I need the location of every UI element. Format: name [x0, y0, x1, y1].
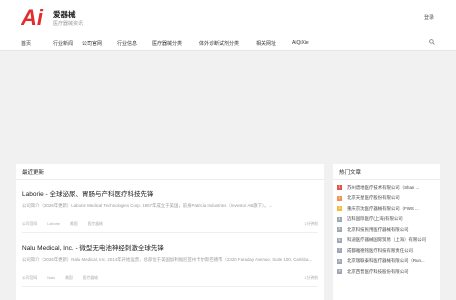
hot-article-title[interactable]: 重庆京沈医疗器械有限公司（FWS ...	[347, 206, 439, 212]
hot-articles-list: 1 苏州谱地医疗技术有限公司（Shan ... 2 北京天星医疗股份有限公司 3 重庆…	[337, 183, 437, 278]
recent-updates-title: 最近更新	[22, 170, 45, 176]
rank-badge: 1	[337, 185, 342, 190]
article-title[interactable]: Laborie - 全球泌尿、胃肠与产科医疗科技先锋	[22, 188, 153, 198]
site-subtitle: 医疗器械资讯	[53, 21, 84, 27]
rank-badge: 9	[337, 269, 342, 274]
article-tag-link[interactable]: Laborie	[47, 222, 60, 226]
site-header: Ai 爱器械 医疗器械资讯 登录	[0, 0, 456, 37]
recent-updates-panel: 最近更新 Laborie - 全球泌尿、胃肠与产科医疗科技先锋 公司简介（202…	[16, 164, 324, 300]
search-icon[interactable]	[429, 39, 435, 45]
hot-article-item[interactable]: 8 北京瑞联泰科医疗器械有限公司（Run...	[337, 257, 437, 268]
nav-item-industry-info[interactable]: 行业信息	[117, 40, 137, 47]
login-link[interactable]: 登录	[424, 14, 434, 21]
hot-articles-title: 热门文章	[339, 170, 362, 176]
rank-badge: 2	[337, 195, 342, 201]
hot-articles-header: 热门文章	[333, 164, 440, 180]
article-tag-link[interactable]: 美国	[70, 222, 78, 226]
article-tag-link[interactable]: 医疗器械	[88, 222, 103, 226]
nav-item-home[interactable]: 首页	[21, 40, 31, 47]
rank-badge: 4	[337, 216, 342, 222]
hot-article-item[interactable]: 7 成都雅德铭医疗科技有限责任公司	[337, 246, 437, 257]
svg-text:Ai: Ai	[21, 6, 44, 28]
article-title[interactable]: Nalu Medical, Inc. - 微型无电池神经刺激全球先锋	[22, 242, 164, 252]
rank-badge: 5	[337, 227, 342, 232]
recent-updates-header: 最近更新	[16, 164, 324, 180]
article-meta: 公司官网 Laborie 美国 医疗器械	[22, 222, 112, 227]
hot-article-item[interactable]: 4 迈科国际医疗(上海)有限公司	[337, 215, 437, 226]
nav-item-related-links[interactable]: 相关网址	[256, 40, 276, 47]
hot-article-title[interactable]: 北京瑞联泰科医疗器械有限公司（Run...	[347, 258, 439, 264]
hot-article-title[interactable]: 苏州谱地医疗技术有限公司（Shan ...	[347, 185, 439, 191]
hot-article-title[interactable]: 科迪医疗器械国际贸易（上海）有限公司	[347, 237, 439, 243]
site-title[interactable]: 爱器械	[53, 9, 76, 20]
hot-article-item[interactable]: 5 北京科技民用医疗器械有限公司	[337, 225, 437, 236]
article-category-link[interactable]: 公司官网	[22, 222, 37, 226]
hot-article-item[interactable]: 3 重庆京沈医疗器械有限公司（FWS ...	[337, 204, 437, 215]
main-nav: 首页 行业新闻 公司官网 行业信息 医疗器械分类 体外诊断试剂分类 相关网址 A…	[0, 37, 456, 51]
rank-badge: 8	[337, 258, 342, 264]
article-item: Nalu Medical, Inc. - 微型无电池神经刺激全球先锋 公司简介（…	[16, 234, 324, 300]
article-stats: 1分钟前	[304, 222, 318, 226]
nav-item-device-categories[interactable]: 医疗器械分类	[152, 40, 182, 47]
hot-article-title[interactable]: 北京科技民用医疗器械有限公司	[347, 227, 439, 233]
nav-item-ivd-categories[interactable]: 体外诊断试剂分类	[199, 40, 239, 47]
article-excerpt: 公司简介（2026年更新）Nalu Medical, Inc. 2014年开始运…	[22, 257, 313, 262]
hot-article-title[interactable]: 北京天星医疗股份有限公司	[347, 195, 439, 201]
article-excerpt: 公司简介（2026年更新）Laborie Medical Technologie…	[22, 203, 273, 208]
rank-badge: 6	[337, 237, 342, 243]
article-divider	[22, 232, 318, 233]
nav-item-company-sites[interactable]: 公司官网	[82, 40, 102, 47]
hot-articles-panel: 热门文章 1 苏州谱地医疗技术有限公司（Shan ... 2 北京天星医疗股份有限公…	[333, 164, 440, 300]
article-divider	[22, 286, 318, 287]
article-tag-link[interactable]: 美国	[65, 276, 73, 280]
site-logo[interactable]: Ai	[21, 6, 45, 28]
article-item: Laborie - 全球泌尿、胃肠与产科医疗科技先锋 公司简介（2026年更新）…	[16, 180, 324, 234]
hot-article-item[interactable]: 6 科迪医疗器械国际贸易（上海）有限公司	[337, 236, 437, 247]
article-meta: 公司官网 Nalu 美国 医疗器械	[22, 276, 107, 281]
article-category-link[interactable]: 公司官网	[22, 276, 37, 280]
hot-article-title[interactable]: 迈科国际医疗(上海)有限公司	[347, 216, 439, 222]
rank-badge: 7	[337, 248, 342, 253]
rank-badge: 3	[337, 206, 342, 211]
nav-item-aiqixie[interactable]: AiQiXie	[292, 40, 309, 46]
hot-article-item[interactable]: 2 北京天星医疗股份有限公司	[337, 194, 437, 205]
hot-article-item[interactable]: 1 苏州谱地医疗技术有限公司（Shan ...	[337, 183, 437, 194]
article-stats: 1分钟前	[304, 276, 318, 280]
article-tag-link[interactable]: Nalu	[47, 276, 55, 280]
article-tag-link[interactable]: 医疗器械	[83, 276, 98, 280]
nav-item-industry-news[interactable]: 行业新闻	[53, 40, 73, 47]
hot-article-title[interactable]: 成都雅德铭医疗科技有限责任公司	[347, 248, 439, 254]
hot-article-title[interactable]: 北京西普医疗科技股份有限公司	[347, 269, 439, 275]
hot-article-item[interactable]: 9 北京西普医疗科技股份有限公司	[337, 267, 437, 278]
